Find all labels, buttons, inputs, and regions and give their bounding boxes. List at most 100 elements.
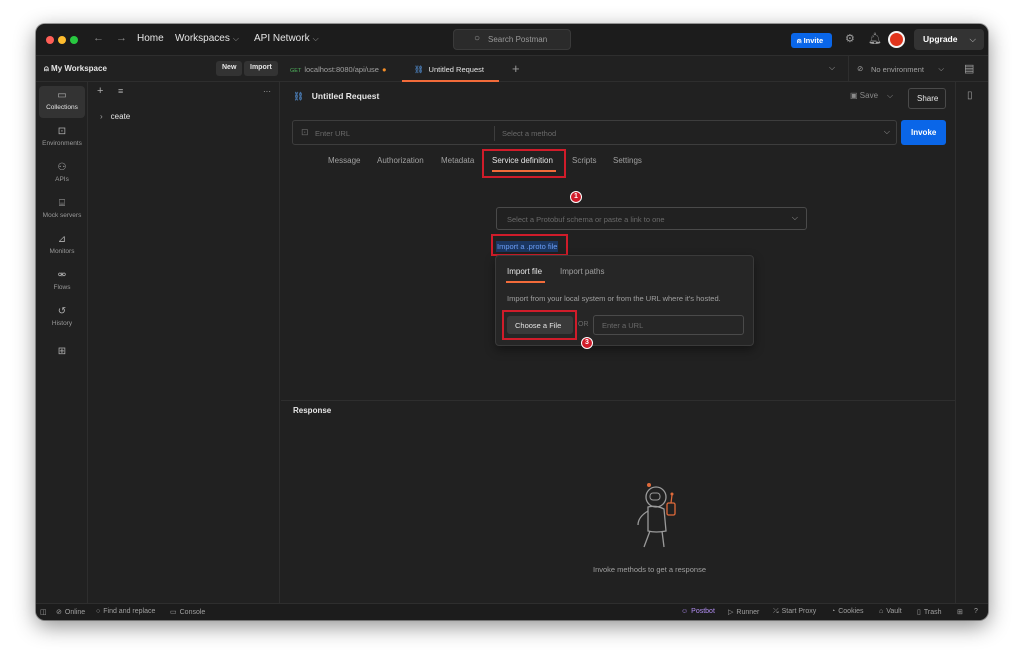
response-title: Response — [293, 406, 332, 415]
protobuf-schema-select[interactable]: Select a Protobuf schema or paste a link… — [496, 207, 807, 230]
chevron-down-icon[interactable]: ⌵ — [884, 127, 890, 137]
rail-item-apis[interactable]: ⚇ APIs — [39, 158, 85, 190]
left-rail: ▭ Collections ⊡ Environments ⚇ APIs ⌸ Mock s… — [36, 82, 88, 603]
avatar[interactable] — [888, 31, 905, 48]
status-bar: ◫ ⊘ Online ○ Find and replace ▭ Console ☺ Po… — [36, 603, 988, 620]
rail-item-environments[interactable]: ⊡ Environments — [39, 122, 85, 154]
new-button[interactable]: New — [216, 61, 243, 76]
astronaut-illustration-icon — [637, 483, 676, 548]
back-arrow-icon[interactable]: ← — [93, 32, 104, 44]
url-input[interactable]: Enter URL — [315, 129, 350, 138]
tab-metadata[interactable]: Metadata — [441, 156, 474, 165]
home-link[interactable]: Home — [137, 33, 164, 44]
toggle-sidebar-icon[interactable]: ◫ — [40, 608, 47, 616]
proto-url-input[interactable]: Enter a URL — [593, 315, 744, 335]
chevron-down-icon: ⌵ — [887, 91, 894, 100]
start-proxy-label: Start Proxy — [781, 608, 817, 615]
invite-button[interactable]: ⍝ Invite — [791, 33, 832, 48]
rail-item-flows[interactable]: ⚮ Flows — [39, 266, 85, 298]
console-button[interactable]: ▭ Console — [170, 608, 205, 616]
request-title[interactable]: ⛓︎ Untitled Request — [293, 91, 379, 102]
workspaces-label: Workspaces — [175, 33, 230, 44]
method-select[interactable]: Select a method — [502, 129, 556, 138]
minimize-window-button[interactable] — [58, 36, 66, 44]
find-replace-button[interactable]: ○ Find and replace — [96, 608, 155, 615]
api-network-menu[interactable]: API Network ⌵ — [254, 33, 319, 44]
chevron-down-icon: ⌵ — [232, 34, 239, 43]
tab-label: localhost:8080/api/use — [304, 65, 379, 74]
vault-icon: ⌂ — [879, 608, 884, 615]
schema-placeholder: Select a Protobuf schema or paste a link… — [507, 215, 665, 224]
collections-sidebar: + ≡ ··· › ceate — [88, 82, 280, 603]
right-rail: ▯ — [955, 82, 988, 603]
more-options-icon[interactable]: ··· — [263, 87, 271, 96]
invoke-button[interactable]: Invoke — [901, 120, 946, 145]
search-bar[interactable]: ○ Search Postman — [453, 29, 571, 50]
postbot-icon: ☺ — [681, 608, 689, 615]
collection-item[interactable]: › ceate — [100, 112, 130, 121]
share-button[interactable]: Share — [908, 88, 946, 109]
tab-scripts[interactable]: Scripts — [572, 156, 596, 165]
layout-grid-icon[interactable]: ⊞ — [957, 608, 963, 616]
invite-label: Invite — [803, 36, 824, 45]
http-method-label: GET — [290, 68, 302, 74]
vault-button[interactable]: ⌂ Vault — [879, 608, 902, 615]
save-button[interactable]: ▣ Save ⌵ — [850, 91, 893, 101]
tab-get-localhost[interactable]: GET localhost:8080/api/use ● — [290, 56, 400, 82]
online-status[interactable]: ⊘ Online — [56, 608, 85, 616]
tab-untitled-request[interactable]: ⛓︎ Untitled Request — [402, 56, 499, 82]
documentation-icon[interactable]: ▯ — [967, 90, 973, 101]
api-network-label: API Network — [254, 33, 310, 44]
start-proxy-button[interactable]: ⤯ Start Proxy — [773, 608, 816, 616]
tab-settings[interactable]: Settings — [613, 156, 642, 165]
tabs-dropdown-chevron-icon[interactable]: ⌵ — [829, 63, 835, 73]
trash-button[interactable]: ▯ Trash — [917, 608, 942, 616]
new-tab-plus-icon[interactable]: + — [512, 61, 520, 76]
rail-item-collections[interactable]: ▭ Collections — [39, 86, 85, 118]
rail-item-mock-servers[interactable]: ⌸ Mock servers — [39, 194, 85, 226]
workspace-name[interactable]: ⍝ My Workspace — [44, 64, 107, 74]
rail-item-history[interactable]: ↺ History — [39, 302, 85, 334]
settings-gear-icon[interactable]: ⚙ — [845, 32, 855, 45]
url-icon: ⊡ — [301, 127, 309, 137]
chevron-down-icon: ⌵ — [312, 34, 319, 43]
grpc-icon: ⛓︎ — [293, 91, 304, 101]
filter-icon[interactable]: ≡ — [118, 86, 123, 96]
rail-label: Environments — [42, 140, 82, 147]
console-label: Console — [179, 609, 206, 616]
tab-authorization[interactable]: Authorization — [377, 156, 424, 165]
tab-message[interactable]: Message — [328, 156, 360, 165]
notification-bell-icon[interactable]: 🔔︎ — [868, 32, 882, 45]
cookies-label: Cookies — [838, 608, 864, 615]
rail-label: Flows — [53, 284, 71, 291]
add-collection-plus-icon[interactable]: + — [97, 85, 103, 97]
save-label: Save — [859, 91, 879, 100]
vault-label: Vault — [886, 608, 902, 615]
maximize-window-button[interactable] — [70, 36, 78, 44]
runner-label: Runner — [736, 609, 760, 616]
workspaces-menu[interactable]: Workspaces ⌵ — [175, 33, 239, 44]
online-label: Online — [64, 609, 86, 616]
postbot-button[interactable]: ☺ Postbot — [681, 608, 715, 615]
environment-selector[interactable]: ⊘ No environment ⌵ — [848, 56, 950, 82]
close-window-button[interactable] — [46, 36, 54, 44]
url-bar: ⊡ Enter URL Select a method ⌵ — [292, 120, 897, 145]
tab-import-file[interactable]: Import file — [507, 267, 542, 276]
monitor-icon: ⊿ — [57, 234, 67, 245]
console-icon: ▭ — [170, 609, 177, 616]
rail-item-configure[interactable]: ⊞ — [39, 342, 85, 374]
request-panel: ⛓︎ Untitled Request ▣ Save ⌵ Share ⊡ Enter… — [281, 82, 978, 603]
runner-button[interactable]: ▷ Runner — [728, 608, 759, 616]
help-icon[interactable]: ? — [974, 608, 978, 615]
empty-response-message: Invoke methods to get a response — [593, 565, 706, 574]
add-user-icon: ⍝ — [797, 36, 804, 45]
environment-quick-look-icon[interactable]: ▤ — [964, 62, 974, 75]
import-button[interactable]: Import — [244, 61, 278, 76]
tab-import-paths[interactable]: Import paths — [560, 267, 604, 276]
annotation-badge-3: 3 — [581, 337, 593, 349]
cookies-button[interactable]: ◔ Cookies — [831, 608, 864, 615]
upgrade-button[interactable]: Upgrade ⌵ — [914, 29, 984, 50]
rail-label: Collections — [46, 104, 78, 111]
forward-arrow-icon[interactable]: → — [116, 32, 127, 44]
rail-item-monitors[interactable]: ⊿ Monitors — [39, 230, 85, 262]
